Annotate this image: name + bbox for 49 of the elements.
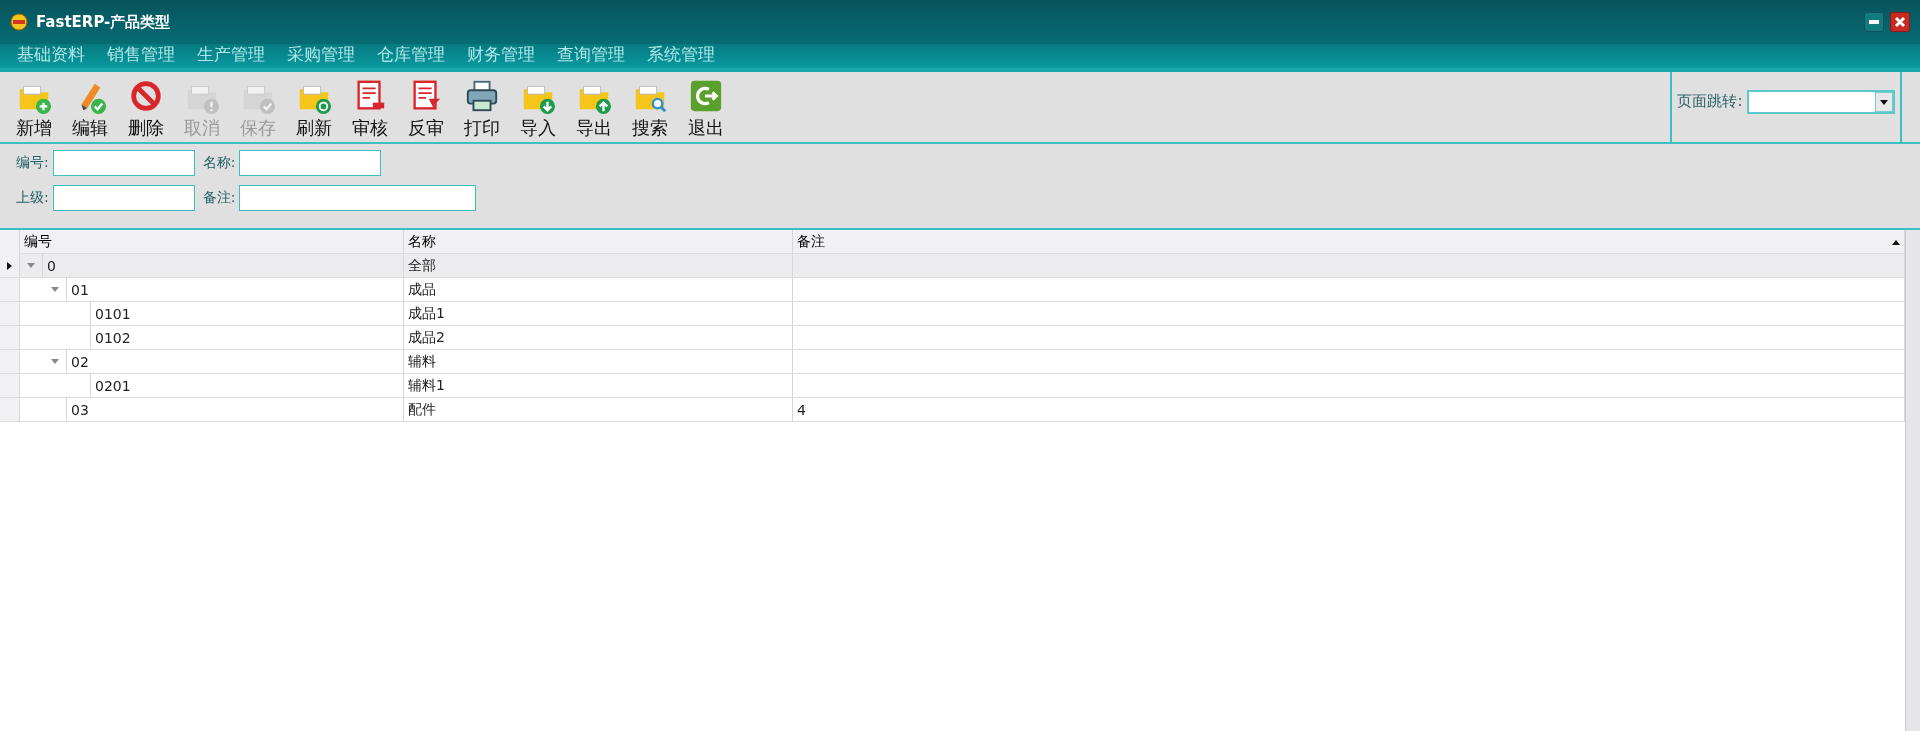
table-cell: 0201 bbox=[90, 374, 403, 397]
field-label: 名称: bbox=[202, 154, 236, 172]
table-cell: 辅料 bbox=[404, 350, 793, 373]
table-cell: 03 bbox=[66, 398, 403, 421]
close-icon bbox=[1894, 16, 1906, 28]
app-logo-icon bbox=[10, 13, 28, 31]
toolbar-button[interactable]: 搜索 bbox=[622, 78, 678, 140]
input-field[interactable] bbox=[52, 150, 195, 176]
page-jump-label: 页面跳转: bbox=[1677, 91, 1743, 111]
input-field[interactable] bbox=[52, 185, 195, 211]
scrollbar[interactable] bbox=[1906, 230, 1920, 731]
toolbar-button[interactable]: 编辑 bbox=[62, 78, 118, 140]
table-cell: 0102 bbox=[90, 326, 403, 349]
toolbar-button[interactable]: 新增 bbox=[6, 78, 62, 140]
row-header[interactable] bbox=[0, 254, 20, 277]
table-cell: 成品 bbox=[404, 278, 793, 301]
window-title: FastERP-产品类型 bbox=[36, 12, 171, 32]
toolbar-button[interactable]: 刷新 bbox=[286, 78, 342, 140]
input-field[interactable] bbox=[239, 185, 477, 211]
input-field[interactable] bbox=[239, 150, 382, 176]
minimize-icon bbox=[1869, 20, 1879, 24]
table-cell: 4 bbox=[793, 398, 1905, 421]
page-jump-dropdown[interactable] bbox=[1746, 90, 1895, 114]
toolbar-button[interactable]: 审核 bbox=[342, 78, 398, 140]
table-cell: 配件 bbox=[404, 398, 793, 421]
table-cell: 成品2 bbox=[404, 326, 793, 349]
table-cell: 辅料1 bbox=[404, 374, 793, 397]
close-button[interactable] bbox=[1890, 12, 1910, 32]
toolbar-button[interactable]: 删除 bbox=[118, 78, 174, 140]
collapse-arrow-icon[interactable] bbox=[51, 359, 59, 364]
table-cell: 0 bbox=[42, 254, 403, 277]
toolbar-button[interactable]: 导入 bbox=[510, 78, 566, 140]
field-label: 上级: bbox=[16, 189, 49, 207]
sort-ascending-icon bbox=[1892, 239, 1900, 245]
toolbar-button[interactable]: 退出 bbox=[678, 78, 734, 140]
collapse-arrow-icon[interactable] bbox=[27, 263, 35, 268]
table-cell: 0101 bbox=[90, 302, 403, 325]
table-cell: 成品1 bbox=[404, 302, 793, 325]
row-pointer-icon bbox=[7, 261, 12, 270]
field-label: 编号: bbox=[16, 154, 49, 172]
table-cell: 02 bbox=[66, 350, 403, 373]
table-cell: 01 bbox=[66, 278, 403, 301]
collapse-arrow-icon[interactable] bbox=[51, 287, 59, 292]
field-label: 备注: bbox=[202, 189, 236, 207]
toolbar-button[interactable]: 导出 bbox=[566, 78, 622, 140]
table-cell: 全部 bbox=[404, 254, 793, 277]
minimize-button[interactable] bbox=[1864, 12, 1884, 32]
toolbar-button[interactable]: 反审 bbox=[398, 78, 454, 140]
toolbar-button[interactable]: 打印 bbox=[454, 78, 510, 140]
